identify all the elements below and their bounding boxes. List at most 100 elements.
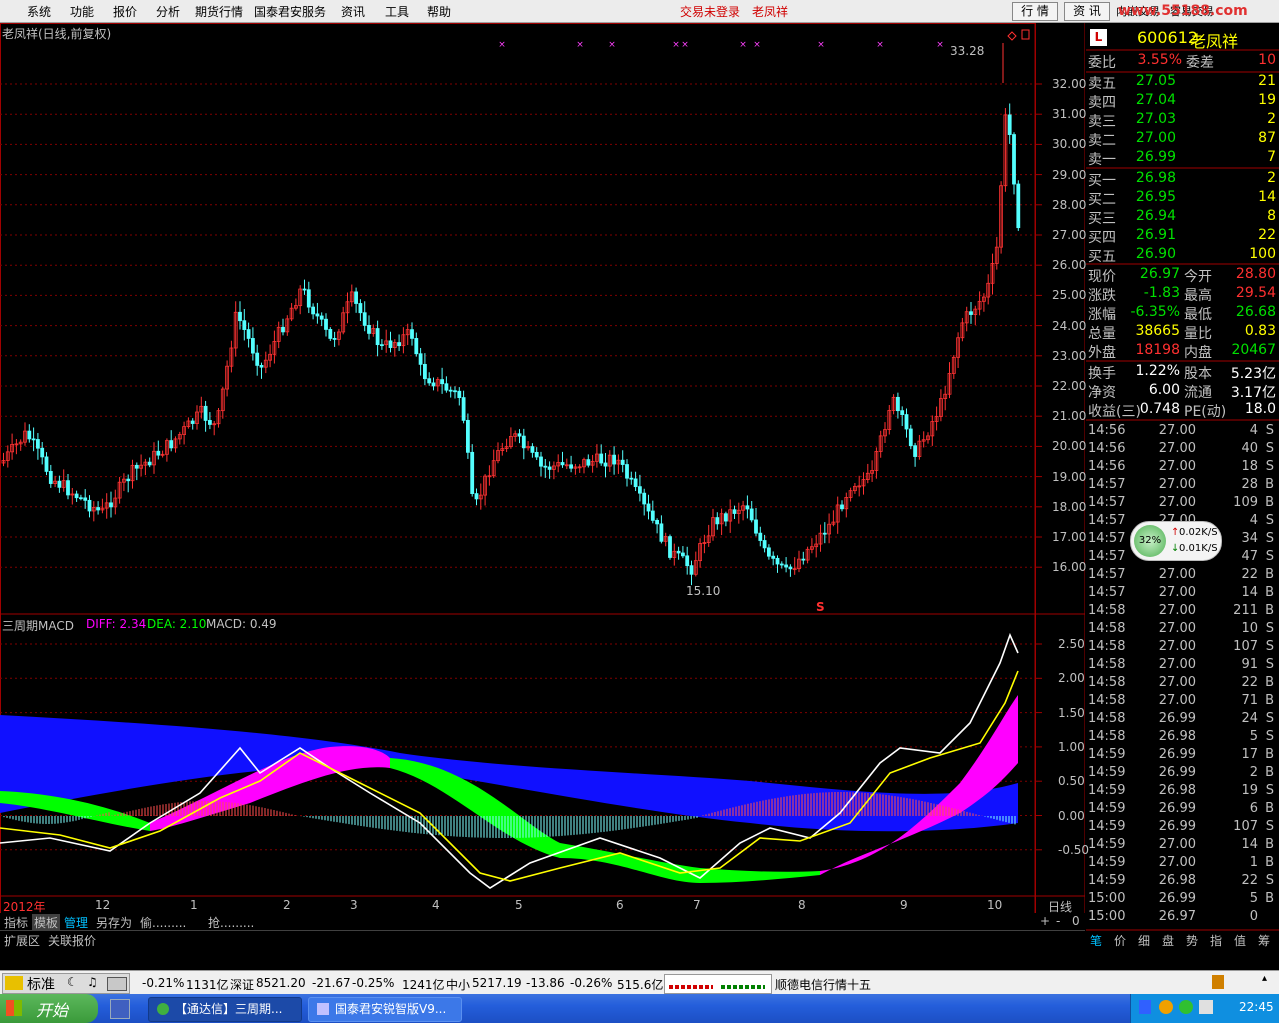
bid-price: 26.94 xyxy=(1135,208,1176,224)
xaxis-tick-label: 5 xyxy=(515,898,523,912)
tick-time: 15:00 xyxy=(1088,891,1126,906)
tick-volume: 71 xyxy=(1241,693,1258,708)
zero-button[interactable]: 0 xyxy=(1072,914,1080,928)
zx-change: -13.86 xyxy=(526,976,565,990)
quote-tab[interactable]: 笔 xyxy=(1090,932,1102,949)
quote-tab[interactable]: 筹 xyxy=(1258,932,1270,949)
tick-volume: 4 xyxy=(1249,513,1258,528)
menu-bar: 系统 功能 报价 分析 期货行情 国泰君安服务 资讯 工具 帮助 交易未登录 老… xyxy=(0,0,1279,23)
quote-tab[interactable]: 价 xyxy=(1114,932,1126,949)
shield-icon[interactable] xyxy=(1159,1000,1173,1014)
volume-icon[interactable] xyxy=(1199,1000,1213,1014)
taskbar-item-tdx[interactable]: 【通达信】三周期... xyxy=(148,997,302,1022)
tick-price: 26.99 xyxy=(1158,747,1196,762)
wb-label: 委比 xyxy=(1088,55,1116,71)
tab-manage[interactable]: 管理 xyxy=(64,914,88,931)
macd-tick-label: 1.50 xyxy=(1058,705,1085,720)
tick-volume: 22 xyxy=(1241,873,1258,888)
tick-time: 14:59 xyxy=(1088,873,1126,888)
bid-price: 26.95 xyxy=(1135,189,1176,205)
tick-price: 26.99 xyxy=(1158,801,1196,816)
tick-direction: S xyxy=(1265,729,1274,744)
alert-icon[interactable] xyxy=(1212,975,1224,989)
blank-strip xyxy=(0,948,1279,970)
tick-direction: B xyxy=(1265,477,1274,492)
quote-tab[interactable]: 指 xyxy=(1210,932,1222,949)
ask-price: 27.04 xyxy=(1135,92,1176,108)
tick-volume: 107 xyxy=(1233,819,1258,834)
tab-grab[interactable]: 抢......... xyxy=(208,914,254,931)
chart-icon[interactable] xyxy=(5,976,23,990)
speaker-icon[interactable]: ♫ xyxy=(87,975,98,989)
status-scroll-icon[interactable]: ▴ xyxy=(1262,973,1267,984)
menu-tools[interactable]: 工具 xyxy=(385,3,409,20)
quote-tab[interactable]: 细 xyxy=(1138,932,1150,949)
menu-analysis[interactable]: 分析 xyxy=(156,3,180,20)
menu-service[interactable]: 国泰君安服务 xyxy=(254,3,326,20)
moon-icon[interactable]: ☾ xyxy=(67,975,78,989)
tick-direction: S xyxy=(1265,711,1274,726)
tick-time: 14:57 xyxy=(1088,549,1126,564)
quote-button[interactable]: 行 情 xyxy=(1012,2,1058,21)
sz-change: -21.67 xyxy=(312,976,351,990)
xaxis-tick-label: 8 xyxy=(798,898,806,912)
help-icon[interactable] xyxy=(1139,1000,1151,1014)
quote-tab[interactable]: 值 xyxy=(1234,932,1246,949)
standard-mode[interactable]: 标准 xyxy=(27,974,55,994)
price-tick-label: 17.00 xyxy=(1052,530,1087,544)
price-tick-label: 25.00 xyxy=(1052,288,1087,303)
menu-quote[interactable]: 报价 xyxy=(113,3,137,20)
tick-time: 14:56 xyxy=(1088,459,1126,474)
bid-volume: 22 xyxy=(1258,227,1276,243)
quote-tab[interactable]: 势 xyxy=(1186,932,1198,949)
extra-label-2: PE(动) xyxy=(1184,404,1227,420)
price-tick-label: 26.00 xyxy=(1052,258,1087,273)
macd-tick-label: 0.00 xyxy=(1058,808,1085,823)
tick-price: 26.99 xyxy=(1158,819,1196,834)
stat-label: 总量 xyxy=(1088,326,1116,342)
show-desktop-icon[interactable] xyxy=(110,999,130,1019)
taskbar-item-gtja[interactable]: 国泰君安锐智版V9... xyxy=(308,997,462,1022)
network-icon[interactable] xyxy=(1179,1000,1193,1014)
chart-area: × × × × × × × × × × 老凤祥(日线,前复权) 33.28 15.10 S 32.… xyxy=(0,23,1089,914)
tick-volume: 22 xyxy=(1241,567,1258,582)
linked-quote-tab[interactable]: 关联报价 xyxy=(48,932,96,949)
tab-indicator[interactable]: 指标 xyxy=(4,914,28,931)
menu-help[interactable]: 帮助 xyxy=(427,3,451,20)
bid-label: 买三 xyxy=(1088,211,1116,227)
tick-price: 27.00 xyxy=(1158,459,1196,474)
menu-system[interactable]: 系统 xyxy=(27,3,51,20)
menu-futures[interactable]: 期货行情 xyxy=(195,3,243,20)
price-tick-label: 22.00 xyxy=(1052,379,1087,393)
stat-label-2: 最高 xyxy=(1184,288,1212,304)
news-ticker[interactable]: 顺德电信行情十五 xyxy=(775,976,871,993)
ext-area-tab[interactable]: 扩展区 xyxy=(4,932,40,949)
macd-tick-label: 1.00 xyxy=(1058,739,1085,754)
price-tick-label: 31.00 xyxy=(1052,107,1087,122)
menu-function[interactable]: 功能 xyxy=(70,3,94,20)
trade-login-status[interactable]: 交易未登录 xyxy=(680,3,740,20)
bid-label: 买一 xyxy=(1088,173,1116,189)
system-tray: 22:45 xyxy=(1130,994,1279,1023)
watermark: www.55188.com xyxy=(1118,3,1248,19)
menu-news[interactable]: 资讯 xyxy=(341,3,365,20)
tab-save-as[interactable]: 另存为 xyxy=(96,914,132,931)
zoom-in-button[interactable]: + xyxy=(1040,914,1050,928)
keyboard-icon[interactable] xyxy=(107,977,127,991)
tick-volume: 10 xyxy=(1241,621,1258,636)
tab-steal[interactable]: 偷......... xyxy=(140,914,186,931)
info-button[interactable]: 资 讯 xyxy=(1064,2,1110,21)
tick-volume: 22 xyxy=(1241,675,1258,690)
extra-label: 换手 xyxy=(1088,366,1116,382)
xaxis-tick-label: 9 xyxy=(900,898,908,912)
quote-tab[interactable]: 盘 xyxy=(1162,932,1174,949)
start-button[interactable]: 开始 xyxy=(0,994,98,1023)
zoom-out-button[interactable]: - xyxy=(1056,914,1060,928)
zx-label: 中小 xyxy=(446,978,471,992)
stat-value: 38665 xyxy=(1135,323,1180,339)
xaxis-tick-label: 7 xyxy=(693,898,701,912)
tick-direction: S xyxy=(1265,657,1274,672)
tab-template[interactable]: 模板 xyxy=(32,914,61,931)
price-grid xyxy=(0,83,1042,568)
ask-volume: 7 xyxy=(1267,149,1276,165)
